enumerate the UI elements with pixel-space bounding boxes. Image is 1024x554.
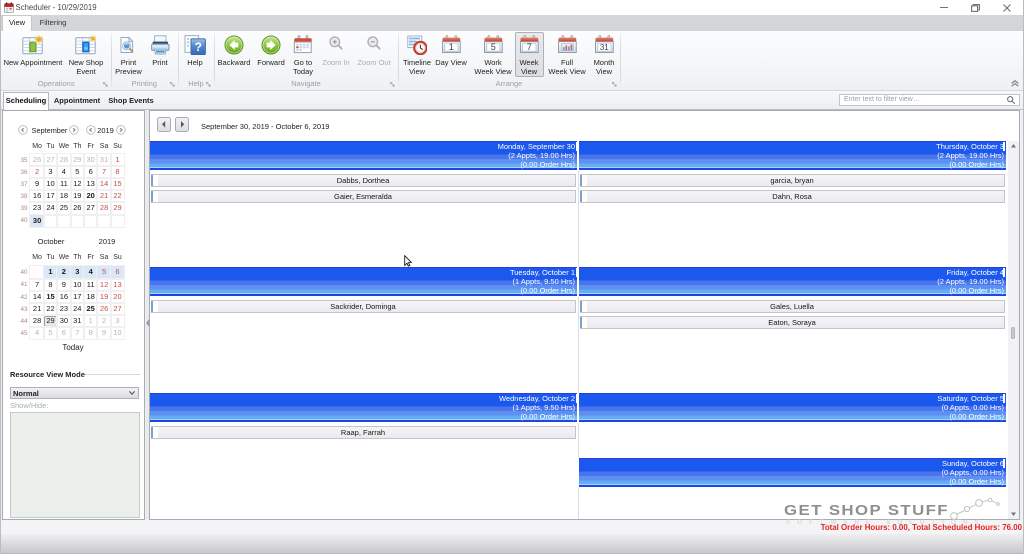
svg-text:1: 1: [448, 42, 453, 52]
svg-text:5: 5: [490, 42, 495, 52]
svg-text:?: ?: [195, 40, 202, 54]
svg-text:7: 7: [526, 42, 531, 52]
svg-text:31: 31: [599, 43, 608, 52]
